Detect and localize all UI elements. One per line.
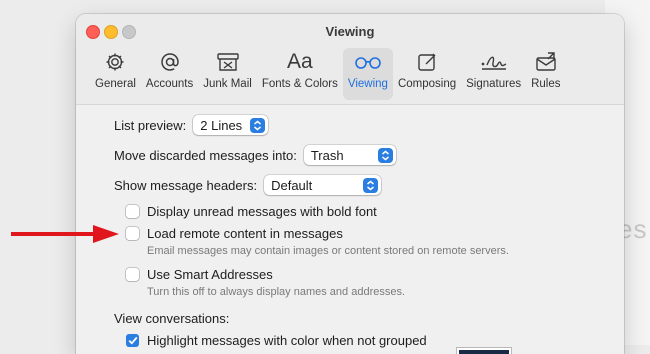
tab-fonts-colors[interactable]: Aa Fonts & Colors bbox=[257, 48, 343, 100]
viewing-settings-panel: List preview: 2 Lines Move discarded mes… bbox=[76, 105, 624, 354]
tab-viewing-label: Viewing bbox=[347, 78, 388, 90]
fonts-icon: Aa bbox=[287, 48, 313, 76]
view-conversations-label: View conversations: bbox=[114, 311, 230, 326]
bold-unread-label: Display unread messages with bold font bbox=[147, 204, 377, 219]
list-preview-value: 2 Lines bbox=[200, 117, 243, 133]
tab-composing-label: Composing bbox=[397, 78, 457, 90]
discarded-popup[interactable]: Trash bbox=[303, 145, 396, 165]
chevron-updown-icon bbox=[377, 147, 393, 163]
discarded-row: Move discarded messages into: Trash bbox=[114, 145, 396, 165]
preferences-window: Viewing General Accounts Junk Mail Aa Fo… bbox=[76, 14, 624, 354]
junk-mail-icon bbox=[216, 48, 240, 76]
tab-junk-mail[interactable]: Junk Mail bbox=[198, 48, 257, 100]
highlight-color-well[interactable] bbox=[456, 347, 512, 354]
fonts-glyph: Aa bbox=[287, 50, 313, 73]
at-icon bbox=[159, 48, 181, 76]
remote-content-row: Load remote content in messages bbox=[126, 226, 343, 241]
smart-addresses-checkbox[interactable] bbox=[126, 268, 139, 281]
bold-unread-checkbox[interactable] bbox=[126, 205, 139, 218]
discarded-label: Move discarded messages into: bbox=[114, 147, 297, 163]
list-preview-row: List preview: 2 Lines bbox=[114, 115, 269, 135]
tab-rules[interactable]: Rules bbox=[526, 48, 565, 100]
headers-popup[interactable]: Default bbox=[264, 175, 382, 195]
rules-icon bbox=[534, 48, 558, 76]
highlight-row: Highlight messages with color when not g… bbox=[126, 333, 427, 348]
tab-junk-mail-label: Junk Mail bbox=[203, 78, 252, 90]
tab-signatures-label: Signatures bbox=[466, 78, 522, 90]
remote-content-label: Load remote content in messages bbox=[147, 226, 343, 241]
chevron-updown-icon bbox=[250, 117, 266, 133]
red-arrow-annotation bbox=[11, 225, 119, 243]
tab-viewing[interactable]: Viewing bbox=[342, 48, 393, 100]
tab-accounts[interactable]: Accounts bbox=[141, 48, 198, 100]
list-preview-popup[interactable]: 2 Lines bbox=[193, 115, 269, 135]
headers-label: Show message headers: bbox=[114, 177, 258, 193]
signature-icon bbox=[479, 48, 509, 76]
preferences-toolbar: General Accounts Junk Mail Aa Fonts & Co… bbox=[90, 48, 566, 100]
remote-content-description: Email messages may contain images or con… bbox=[147, 245, 509, 257]
highlight-label: Highlight messages with color when not g… bbox=[147, 333, 427, 348]
window-title: Viewing bbox=[325, 24, 375, 39]
smart-addresses-row: Use Smart Addresses bbox=[126, 267, 273, 282]
highlight-color-swatch bbox=[459, 350, 509, 354]
tab-rules-label: Rules bbox=[531, 78, 561, 90]
highlight-checkbox[interactable] bbox=[126, 334, 139, 347]
tab-composing[interactable]: Composing bbox=[393, 48, 461, 100]
title-bar: Viewing General Accounts Junk Mail Aa Fo… bbox=[76, 14, 624, 105]
tab-signatures[interactable]: Signatures bbox=[461, 48, 526, 100]
headers-value: Default bbox=[271, 177, 313, 193]
tab-accounts-label: Accounts bbox=[145, 78, 194, 90]
remote-content-checkbox[interactable] bbox=[126, 227, 139, 240]
glasses-icon bbox=[353, 48, 383, 76]
chevron-updown-icon bbox=[363, 177, 379, 193]
compose-icon bbox=[416, 48, 438, 76]
tab-fonts-colors-label: Fonts & Colors bbox=[261, 78, 338, 90]
smart-addresses-label: Use Smart Addresses bbox=[147, 267, 273, 282]
tab-general-label: General bbox=[95, 78, 136, 90]
smart-addresses-description: Turn this off to always display names an… bbox=[147, 286, 406, 298]
bold-unread-row: Display unread messages with bold font bbox=[126, 204, 377, 219]
discarded-value: Trash bbox=[310, 147, 344, 163]
gear-icon bbox=[104, 48, 126, 76]
list-preview-label: List preview: bbox=[114, 117, 187, 133]
headers-row: Show message headers: Default bbox=[114, 175, 382, 195]
view-conversations-heading: View conversations: bbox=[114, 311, 229, 326]
tab-general[interactable]: General bbox=[90, 48, 141, 100]
checkmark-icon bbox=[128, 336, 137, 345]
